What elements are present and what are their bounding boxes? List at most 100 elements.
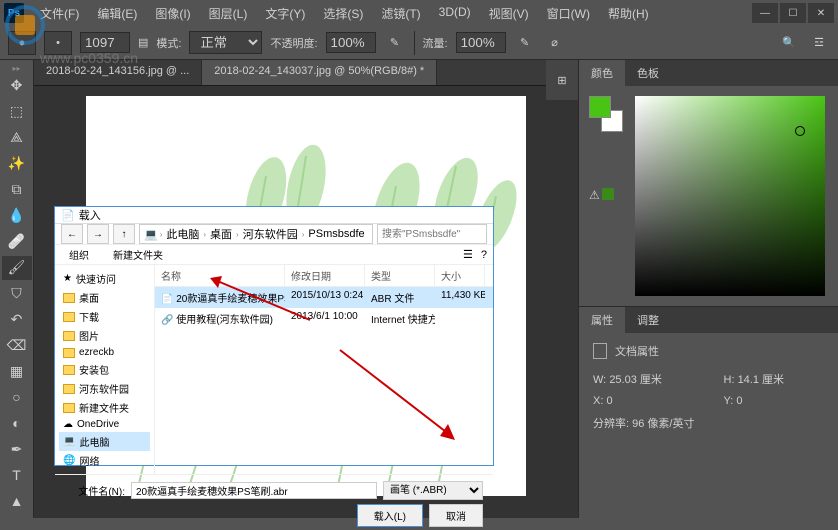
tree-network[interactable]: 🌐网络 (59, 451, 150, 470)
breadcrumb[interactable]: 💻 › 此电脑 › 桌面 › 河东软件园 › PSmsbsdfe (139, 224, 373, 244)
file-row-shortcut[interactable]: 🔗 使用教程(河东软件园) 2013/6/1 10:00 Internet 快捷… (155, 308, 493, 329)
menu-type[interactable]: 文字(Y) (257, 1, 313, 26)
tree-onedrive[interactable]: ☁OneDrive (59, 417, 150, 432)
pc-icon: 💻 (144, 228, 158, 241)
shortcut-icon: 🔗 (161, 315, 173, 326)
eyedropper-tool[interactable]: 💧 (2, 204, 32, 228)
doc-tab-1[interactable]: 2018-02-24_143156.jpg @ ... (34, 60, 202, 85)
history-brush-tool[interactable]: ↶ (2, 307, 32, 331)
properties-panel: 属性 调整 文档属性 W: 25.03 厘米 H: 14.1 厘米 X: 0 Y… (579, 306, 838, 449)
tree-folder-install[interactable]: 安装包 (59, 360, 150, 379)
tree-quick-access[interactable]: ★快速访问 (59, 269, 150, 288)
menu-help[interactable]: 帮助(H) (600, 1, 657, 26)
mode-select[interactable]: 正常 (189, 31, 262, 54)
path-select-tool[interactable]: ▲ (2, 489, 32, 513)
opacity-input[interactable] (326, 32, 376, 53)
type-tool[interactable]: T (2, 463, 32, 487)
websafe-color-icon[interactable] (602, 188, 614, 200)
width-value: 25.03 (609, 374, 637, 386)
file-list[interactable]: 名称 修改日期 类型 大小 📄 20款逼真手绘麦穗效果PS笔刷.abr 2015… (155, 265, 493, 474)
menu-3d[interactable]: 3D(D) (431, 1, 479, 26)
filter-select[interactable]: 画笔 (*.ABR) (383, 481, 483, 500)
height-label: H: (724, 374, 735, 386)
menu-filter[interactable]: 滤镜(T) (373, 1, 428, 26)
menu-window[interactable]: 窗口(W) (539, 1, 598, 26)
airbrush-icon[interactable]: ✎ (514, 34, 536, 52)
menu-file[interactable]: 文件(F) (32, 1, 87, 26)
dodge-tool[interactable]: ◐ (2, 411, 32, 435)
file-open-dialog: 📄 载入 ← → ↑ 💻 › 此电脑 › 桌面 › 河东软件园 › PSmsbs… (54, 206, 494, 466)
color-field[interactable] (635, 96, 825, 296)
y-label: Y: (724, 395, 734, 407)
collapsed-panel-strip[interactable]: ⊞ (546, 60, 578, 100)
cancel-button[interactable]: 取消 (429, 504, 483, 527)
expand-toolbar-icon[interactable]: ▸▸ (0, 64, 33, 73)
load-button[interactable]: 载入(L) (357, 504, 423, 527)
healing-tool[interactable]: 🩹 (2, 230, 32, 254)
brush-size-input[interactable] (80, 32, 130, 53)
gamut-warning-icon[interactable]: ⚠ (589, 188, 600, 202)
opacity-label: 不透明度: (270, 35, 317, 51)
tree-desktop[interactable]: 桌面 (59, 288, 150, 307)
lasso-tool[interactable]: ⟁ (2, 126, 32, 150)
tree-pictures[interactable]: 图片 (59, 326, 150, 345)
minimize-button[interactable]: — (752, 3, 778, 23)
stamp-tool[interactable]: ⛉ (2, 282, 32, 306)
width-label: W: (593, 374, 606, 386)
blur-tool[interactable]: ○ (2, 385, 32, 409)
tree-this-pc[interactable]: 💻此电脑 (59, 432, 150, 451)
tab-color[interactable]: 颜色 (579, 60, 625, 86)
flow-input[interactable] (456, 32, 506, 53)
search-input[interactable] (377, 224, 487, 244)
maximize-button[interactable]: ☐ (780, 3, 806, 23)
resolution-label: 分辨率: (593, 418, 629, 430)
opacity-pressure-icon[interactable]: ✎ (384, 34, 406, 52)
nav-forward-button[interactable]: → (87, 224, 109, 244)
menu-select[interactable]: 选择(S) (315, 1, 371, 26)
tab-adjustments[interactable]: 调整 (625, 307, 671, 333)
file-row-abr[interactable]: 📄 20款逼真手绘麦穗效果PS笔刷.abr 2015/10/13 0:24 AB… (155, 287, 493, 308)
color-swatches[interactable] (589, 96, 625, 140)
size-pressure-icon[interactable]: ⌀ (544, 34, 566, 52)
menu-edit[interactable]: 编辑(E) (89, 1, 145, 26)
new-folder-button[interactable]: 新建文件夹 (105, 245, 171, 264)
file-list-header[interactable]: 名称 修改日期 类型 大小 (155, 265, 493, 287)
color-picker-cursor (795, 126, 805, 136)
brush-settings-icon[interactable]: ▤ (138, 36, 148, 49)
brush-size-preview[interactable]: • (44, 31, 72, 55)
filename-input[interactable] (131, 482, 377, 499)
foreground-color[interactable] (589, 96, 611, 118)
panel-toggle-icon[interactable]: ☲ (808, 34, 830, 52)
close-button[interactable]: ✕ (808, 3, 834, 23)
nav-up-button[interactable]: ↑ (113, 224, 135, 244)
crop-tool[interactable]: ⧉ (2, 178, 32, 202)
window-controls: — ☐ ✕ (752, 3, 834, 23)
tree-folder-ezreckb[interactable]: ezreckb (59, 345, 150, 360)
tree-folder-hedong[interactable]: 河东软件园 (59, 379, 150, 398)
folder-tree[interactable]: ★快速访问 桌面 下载 图片 ezreckb 安装包 河东软件园 新建文件夹 ☁… (55, 265, 155, 474)
doc-tab-2[interactable]: 2018-02-24_143037.jpg @ 50%(RGB/8#) * (202, 60, 437, 85)
menu-view[interactable]: 视图(V) (481, 1, 537, 26)
tab-properties[interactable]: 属性 (579, 307, 625, 333)
move-tool[interactable]: ✥ (2, 74, 32, 98)
tree-new-folder[interactable]: 新建文件夹 (59, 398, 150, 417)
y-value: 0 (736, 395, 742, 407)
menu-layer[interactable]: 图层(L) (201, 1, 256, 26)
brush-tool[interactable]: 🖌 (2, 256, 32, 280)
pen-tool[interactable]: ✒ (2, 437, 32, 461)
marquee-tool[interactable]: ⬚ (2, 100, 32, 124)
brush-preset-icon[interactable]: ● (8, 31, 36, 55)
view-options-icon[interactable]: ☰ (463, 248, 473, 261)
organize-button[interactable]: 组织 (61, 245, 97, 264)
options-bar: ● • ▤ 模式: 正常 不透明度: ✎ 流量: ✎ ⌀ 🔍 ☲ (0, 26, 838, 60)
help-icon[interactable]: ? (481, 249, 487, 261)
tab-swatches[interactable]: 色板 (625, 60, 671, 86)
gradient-tool[interactable]: ▦ (2, 359, 32, 383)
tree-downloads[interactable]: 下载 (59, 307, 150, 326)
search-icon[interactable]: 🔍 (778, 34, 800, 52)
quick-select-tool[interactable]: ✨ (2, 152, 32, 176)
dialog-titlebar: 📄 载入 (55, 207, 493, 224)
nav-back-button[interactable]: ← (61, 224, 83, 244)
eraser-tool[interactable]: ⌫ (2, 333, 32, 357)
menu-image[interactable]: 图像(I) (147, 1, 198, 26)
